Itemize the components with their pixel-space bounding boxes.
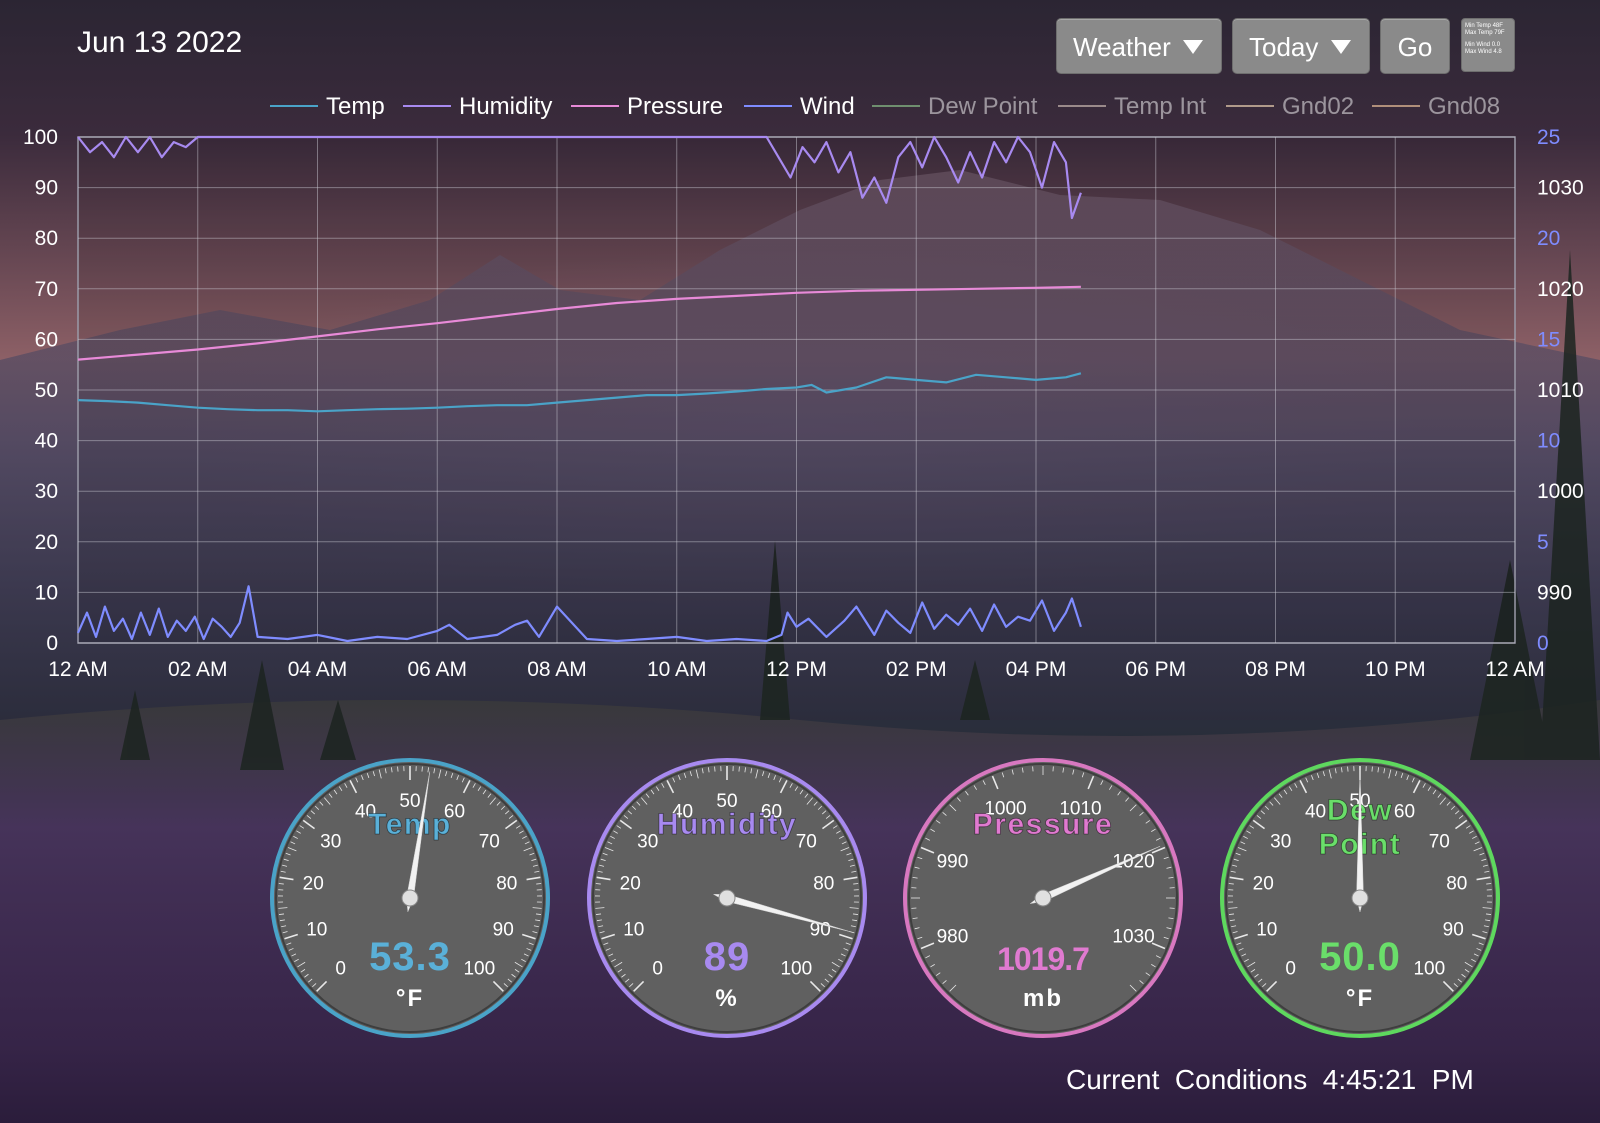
gauge-tick-label: 80 — [1446, 874, 1467, 895]
gauge-humidity: 0102030405060708090100Humidity89% — [587, 758, 867, 1038]
gauge-tick-label: 100 — [1413, 958, 1445, 979]
current-conditions: Current Conditions 4:45:21 PM — [1066, 1064, 1474, 1096]
gauge-pressure: 9809901000 101010201030Pressure1019.7mb — [903, 758, 1183, 1038]
y-left-tick-label: 80 — [35, 227, 58, 250]
x-tick-label: 04 AM — [288, 658, 348, 681]
y-right-pressure-tick-label: 1010 — [1537, 379, 1584, 402]
y-left-tick-label: 30 — [35, 480, 58, 503]
gauge-temp: 0102030405060708090100Temp53.3°F — [270, 758, 550, 1038]
x-tick-label: 06 PM — [1125, 658, 1186, 681]
gauge-value: 50.0 — [1319, 935, 1401, 979]
y-right-pressure-tick-label: 1020 — [1537, 278, 1584, 301]
gauge-unit: °F — [1346, 985, 1374, 1012]
gauge-tick-label: 80 — [496, 874, 517, 895]
gauge-tick-label: 1030 — [1112, 927, 1154, 948]
gauge-tick-label: 10 — [306, 919, 327, 940]
gauge-tick-label: 60 — [1394, 802, 1415, 823]
x-tick-label: 12 PM — [766, 658, 827, 681]
x-tick-label: 08 AM — [527, 658, 587, 681]
x-tick-label: 02 PM — [886, 658, 947, 681]
y-right-wind-tick-label: 25 — [1537, 126, 1560, 149]
gauge-tick-label: 100 — [780, 958, 812, 979]
y-left-tick-label: 60 — [35, 328, 58, 351]
gauge-hub — [1034, 889, 1052, 907]
gauge-tick-label: 30 — [1270, 831, 1291, 852]
y-left-tick-label: 50 — [35, 379, 58, 402]
x-tick-label: 08 PM — [1245, 658, 1306, 681]
gauge-tick-label: 40 — [1305, 802, 1326, 823]
y-right-pressure-tick-label: 1000 — [1537, 480, 1584, 503]
gauge-tick-label: 70 — [796, 831, 817, 852]
gauge-value: 53.3 — [369, 935, 451, 979]
gauge-tick-label: 70 — [1429, 831, 1450, 852]
gauge-title: Humidity — [657, 808, 797, 841]
gauge-dewpoint: 0102030405060708090100DewPoint50.0°F — [1220, 758, 1500, 1038]
gauge-tick — [595, 883, 601, 885]
y-right-pressure-tick-label: 990 — [1537, 581, 1572, 604]
y-right-wind-tick-label: 5 — [1537, 531, 1549, 554]
gauge-tick-label: 990 — [937, 851, 969, 872]
gauge-tick-label: 0 — [652, 958, 663, 979]
gauge-tick-label: 70 — [479, 831, 500, 852]
gauge-tick-label: 10 — [623, 919, 644, 940]
y-left-tick-label: 70 — [35, 278, 58, 301]
gauge-title: Pressure — [973, 808, 1113, 841]
gauge-unit: % — [715, 985, 738, 1012]
gauge-hub — [718, 889, 736, 907]
y-left-tick-label: 100 — [23, 126, 58, 149]
gauge-tick-label: 30 — [320, 831, 341, 852]
gauge-tick-label: 980 — [937, 927, 969, 948]
y-right-pressure-tick-label: 1030 — [1537, 177, 1584, 200]
y-left-tick-label: 20 — [35, 531, 58, 554]
y-left-tick-label: 90 — [35, 177, 58, 200]
x-tick-label: 10 PM — [1365, 658, 1426, 681]
gauge-tick — [278, 883, 284, 885]
gauge-tick-label: 20 — [620, 874, 641, 895]
gauge-tick-label: 100 — [463, 958, 495, 979]
gauge-tick-label: 10 — [1256, 919, 1277, 940]
gauge-tick-label: 20 — [1253, 874, 1274, 895]
gauge-hub — [401, 889, 419, 907]
gauge-tick-label: 0 — [1285, 958, 1296, 979]
gauge-title: Temp — [368, 808, 452, 841]
current-conditions-time: 4:45:21 PM — [1322, 1064, 1474, 1095]
weather-chart[interactable]: 010203040506070809010012 AM 02 AM 04 AM 06 … — [0, 0, 1600, 700]
gauge-unit: mb — [1023, 985, 1063, 1012]
gauge-hub — [1351, 889, 1369, 907]
gauge-value: 1019.7 — [997, 941, 1089, 977]
x-tick-label: 04 PM — [1006, 658, 1067, 681]
gauge-tick-label: 0 — [335, 958, 346, 979]
gauge-tick-label: 80 — [813, 874, 834, 895]
gauge-tick — [1486, 883, 1492, 885]
y-left-tick-label: 0 — [46, 632, 58, 655]
gauge-tick — [853, 883, 859, 885]
gauge-tick-label: 90 — [493, 919, 514, 940]
y-right-wind-tick-label: 0 — [1537, 632, 1549, 655]
gauge-tick — [536, 883, 542, 885]
x-tick-label: 02 AM — [168, 658, 228, 681]
gauge-unit: °F — [396, 985, 424, 1012]
gauge-tick-label: 90 — [1443, 919, 1464, 940]
gauge-tick — [1228, 883, 1234, 885]
gauge-tick-label: 1020 — [1112, 851, 1154, 872]
x-tick-label: 10 AM — [647, 658, 707, 681]
y-right-wind-tick-label: 10 — [1537, 430, 1560, 453]
x-tick-label: 12 AM — [48, 658, 108, 681]
gauge-tick-label: 20 — [303, 874, 324, 895]
gauge-tick-label: 30 — [637, 831, 658, 852]
y-left-tick-label: 10 — [35, 581, 58, 604]
x-tick-label: 12 AM — [1485, 658, 1545, 681]
y-right-wind-tick-label: 20 — [1537, 227, 1560, 250]
gauges-panel: 0102030405060708090100Temp53.3°F01020304… — [270, 758, 1500, 1038]
gauge-value: 89 — [704, 935, 751, 979]
y-right-wind-tick-label: 15 — [1537, 328, 1560, 351]
y-left-tick-label: 40 — [35, 430, 58, 453]
current-conditions-label: Current Conditions — [1066, 1064, 1308, 1095]
x-tick-label: 06 AM — [407, 658, 467, 681]
